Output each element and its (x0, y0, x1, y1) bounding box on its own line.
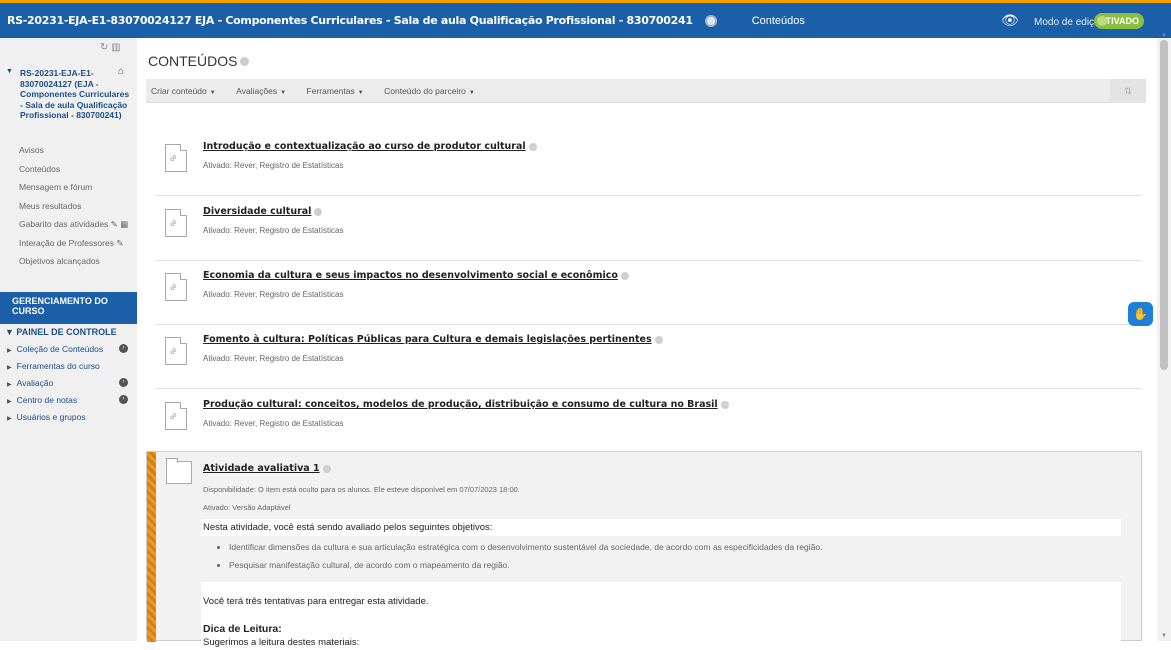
sidebar-tools: ↻ ▥ (100, 42, 121, 53)
folder-icon (166, 458, 192, 484)
item-meta: Ativado: Rever, Registro de Estatísticas (203, 354, 344, 363)
course-sidebar: ↻ ▥ ▼ RS-20231-EJA-E1-83070024127 (EJA -… (0, 38, 137, 641)
link-icon: ∞ (165, 144, 187, 172)
objective-item: Pesquisar manifestação cultural, de acor… (229, 560, 1121, 570)
course-menu-title[interactable]: RS-20231-EJA-E1-83070024127 (EJA - Compo… (6, 68, 131, 121)
activity-item: Atividade avaliativa 1 Disponibilidade: … (146, 451, 1142, 650)
sort-icon[interactable]: ⇅ (1110, 79, 1146, 103)
activity-title[interactable]: Atividade avaliativa 1 (203, 463, 331, 474)
attempts-text: Você terá três tentativas para entregar … (203, 596, 429, 607)
divider (157, 324, 1141, 325)
panel-item-usuarios[interactable]: ▶ Usuários e grupos (7, 412, 132, 429)
course-menu-button[interactable] (704, 14, 717, 27)
item-title[interactable]: Diversidade cultural (203, 206, 323, 217)
panel-item-colecao[interactable]: ▶ Coleção de Conteúdos › (7, 344, 132, 361)
objective-item: Identificar dimensões da cultura e sua a… (229, 542, 1121, 552)
go-icon: › (119, 378, 128, 387)
item-options-icon (314, 207, 323, 216)
enabled-text: Ativado: Versão Adaptável (203, 503, 291, 512)
action-bar: Criar conteúdo ▼ Avaliações ▼ Ferramentas ▼… (146, 79, 1146, 103)
breadcrumb[interactable]: Conteúdos (752, 15, 805, 27)
menu-item-interacao[interactable]: Interação de Professores ✎ (19, 238, 128, 257)
toggle-knob (1097, 16, 1107, 26)
tip-text: Sugerimos a leitura destes materiais: (203, 637, 360, 648)
assessments-button[interactable]: Avaliações ▼ (236, 86, 286, 96)
content-area: CONTEÚDOS Criar conteúdo ▼ Avaliações ▼ Fe… (137, 38, 1157, 650)
item-title[interactable]: Introdução e contextualização ao curso d… (203, 141, 537, 152)
menu-item-mensagem[interactable]: Mensagem e fórum (19, 182, 128, 201)
edit-icon: ✎ (116, 237, 124, 248)
item-meta: Ativado: Rever, Registro de Estatísticas (203, 419, 344, 428)
panel-item-ferramentas[interactable]: ▶ Ferramentas do curso (7, 361, 132, 378)
control-panel-header[interactable]: ▼ PAINEL DE CONTROLE (5, 327, 117, 337)
scrollbar[interactable]: ▲ ▼ (1157, 32, 1171, 641)
menu-item-objetivos[interactable]: Objetivos alcançados (19, 256, 128, 275)
item-options-icon (620, 271, 629, 280)
go-icon: › (119, 395, 128, 404)
item-title[interactable]: Fomento à cultura: Políticas Públicas pa… (203, 334, 663, 345)
link-icon: ∞ (165, 273, 187, 301)
item-title[interactable]: Produção cultural: conceitos, modelos de… (203, 399, 729, 410)
item-title[interactable]: Economia da cultura e seus impactos no d… (203, 270, 629, 281)
edit-mode-toggle[interactable]: ATIVADO (1094, 13, 1144, 29)
home-icon[interactable]: ⌂ (118, 66, 124, 77)
page-title: CONTEÚDOS (148, 53, 250, 69)
tools-button[interactable]: Ferramentas ▼ (307, 86, 364, 96)
course-menu-header: ▼ RS-20231-EJA-E1-83070024127 (EJA - Com… (6, 66, 131, 121)
control-panel-list: ▶ Coleção de Conteúdos › ▶ Ferramentas do c… (7, 344, 132, 429)
panel-item-avaliacao[interactable]: ▶ Avaliação › (7, 378, 132, 395)
drag-handle[interactable] (147, 452, 156, 642)
tip-title: Dica de Leitura: (203, 623, 282, 635)
link-icon: ∞ (165, 209, 187, 237)
menu-item-conteudos[interactable]: Conteúdos (19, 164, 128, 183)
create-content-button[interactable]: Criar conteúdo ▼ (151, 86, 216, 96)
link-icon: ∞ (165, 337, 187, 365)
activity-description: Nesta atividade, você está sendo avaliad… (201, 519, 1121, 650)
item-meta: Ativado: Rever, Registro de Estatísticas (203, 290, 344, 299)
scrollbar-thumb[interactable] (1160, 40, 1168, 370)
scroll-up-icon[interactable]: ▲ (1161, 32, 1167, 38)
item-options-icon (528, 142, 537, 151)
link-icon: ∞ (165, 402, 187, 430)
item-meta: Ativado: Rever, Registro de Estatísticas (203, 161, 344, 170)
divider (157, 260, 1141, 261)
collapse-arrow-icon[interactable]: ▼ (6, 68, 13, 75)
refresh-icon[interactable]: ↻ (100, 42, 108, 53)
course-menu: Avisos Conteúdos Mensagem e fórum Meus r… (19, 145, 128, 275)
intro-text: Nesta atividade, você está sendo avaliad… (203, 522, 493, 533)
management-header: GERENCIAMENTO DO CURSO (0, 292, 137, 324)
item-options-icon (322, 464, 331, 473)
menu-item-gabarito[interactable]: Gabarito das atividades ✎ ▦ (19, 219, 128, 238)
item-options-icon (654, 335, 663, 344)
page-options-icon[interactable] (240, 57, 250, 66)
divider (157, 388, 1141, 389)
course-title[interactable]: RS-20231-EJA-E1-83070024127 EJA - Compon… (7, 14, 693, 27)
menu-item-resultados[interactable]: Meus resultados (19, 201, 128, 220)
menu-item-avisos[interactable]: Avisos (19, 145, 128, 164)
panel-item-notas[interactable]: ▶ Centro de notas › (7, 395, 132, 412)
item-meta: Ativado: Rever, Registro de Estatísticas (203, 226, 344, 235)
partner-content-button[interactable]: Conteúdo do parceiro ▼ (384, 86, 475, 96)
objectives-list: Identificar dimensões da cultura e sua a… (201, 536, 1121, 582)
scroll-down-icon[interactable]: ▼ (1161, 633, 1167, 639)
divider (157, 195, 1141, 196)
hidden-icon: ▦ (120, 219, 129, 229)
accessibility-hands-icon[interactable]: ✋ (1128, 302, 1153, 326)
top-bar: RS-20231-EJA-E1-83070024127 EJA - Compon… (0, 0, 1171, 38)
go-icon: › (119, 344, 128, 353)
collapse-icon[interactable]: ▥ (111, 42, 120, 53)
item-options-icon (720, 400, 729, 409)
student-preview-icon[interactable]: 👁 (1001, 12, 1019, 29)
availability-text: Disponibilidade: O item está oculto para… (203, 485, 520, 494)
edit-icon: ✎ (110, 219, 118, 229)
